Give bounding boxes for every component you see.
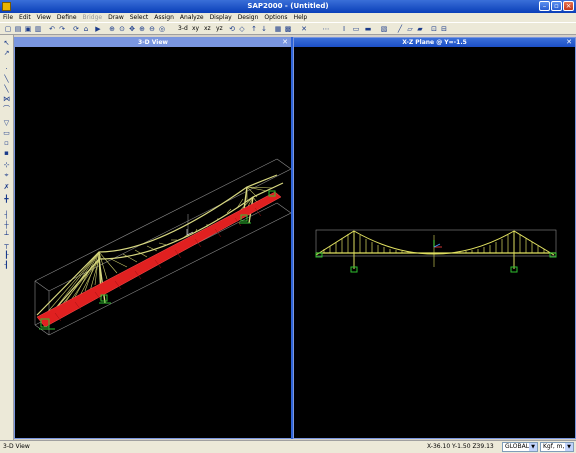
menu-draw[interactable]: Draw xyxy=(105,13,127,22)
menu-view[interactable]: View xyxy=(34,13,54,22)
menu-display[interactable]: Display xyxy=(207,13,235,22)
perspective-icon[interactable]: ◇ xyxy=(238,25,246,33)
set-display-icon[interactable]: ▩ xyxy=(284,25,292,33)
window-title: SAP2000 - (Untitled) xyxy=(247,2,329,10)
menu-options[interactable]: Options xyxy=(261,13,290,22)
chevron-down-icon: ▼ xyxy=(565,443,573,451)
zoom-restore-icon[interactable]: ⊙ xyxy=(118,25,126,33)
grid-line-icon[interactable]: ╋ xyxy=(2,195,11,203)
zoom-out-icon[interactable]: ⊖ xyxy=(148,25,156,33)
units-select[interactable]: Kgf, m, C ▼ xyxy=(540,442,574,452)
zoom-fit-icon[interactable]: ◎ xyxy=(158,25,166,33)
frame-icon[interactable]: ▭ xyxy=(352,25,360,33)
bridge-elevation-canvas[interactable] xyxy=(294,47,575,438)
move-up-icon[interactable]: ↑ xyxy=(250,25,258,33)
menu-define[interactable]: Define xyxy=(54,13,80,22)
pointer-icon[interactable]: ↖ xyxy=(2,39,11,47)
menu-file[interactable]: File xyxy=(0,13,16,22)
menu-edit[interactable]: Edit xyxy=(16,13,34,22)
intersect-icon[interactable]: ✗ xyxy=(2,183,11,191)
maximize-button[interactable]: ▫ xyxy=(551,1,562,11)
zoom-window-icon[interactable]: ⊕ xyxy=(108,25,116,33)
display-forces-icon[interactable]: ✕ xyxy=(300,25,308,33)
deck-3d xyxy=(36,191,282,328)
pane-title-3d: 3-D View xyxy=(15,38,291,47)
minimize-button[interactable]: – xyxy=(539,1,550,11)
axes-xz xyxy=(433,240,442,248)
grid-icon[interactable]: ▬ xyxy=(364,25,372,33)
pan-icon[interactable]: ✥ xyxy=(128,25,136,33)
main-cable-xz xyxy=(315,230,555,256)
snap-perp-icon[interactable]: ┴ xyxy=(2,231,11,239)
redo-icon[interactable]: ↷ xyxy=(58,25,66,33)
close-button[interactable]: × xyxy=(563,1,574,11)
view-pane-3d[interactable]: 3-D View ✕ xyxy=(14,37,292,439)
show-deformed-icon[interactable]: ⋯ xyxy=(322,25,330,33)
chevron-down-icon: ▼ xyxy=(529,443,537,451)
menu-design[interactable]: Design xyxy=(235,13,262,22)
run-analysis-icon[interactable]: ▶ xyxy=(94,25,102,33)
snap-end-icon[interactable]: ┤ xyxy=(2,211,11,219)
view-xz-button[interactable]: xz xyxy=(204,25,211,33)
menu-select[interactable]: Select xyxy=(127,13,152,22)
status-text: 3-D View xyxy=(3,443,30,450)
draw-solid-tool-icon[interactable]: ▪ xyxy=(2,149,11,157)
draw-line-icon[interactable]: ╲ xyxy=(2,75,11,83)
cursor-coordinates: X-36.10 Y-1.50 Z39.13 xyxy=(427,443,494,450)
draw-solid-icon[interactable]: ▰ xyxy=(416,25,424,33)
zoom-in-icon[interactable]: ⊕ xyxy=(138,25,146,33)
snap-icon[interactable]: ⊹ xyxy=(2,161,11,169)
menu-bridge[interactable]: Bridge xyxy=(80,13,106,22)
section-icon[interactable]: I xyxy=(340,25,348,33)
select-pointer-icon[interactable]: ⌖ xyxy=(2,171,11,179)
quick-line-icon[interactable]: ╲ xyxy=(2,85,11,93)
tools-sidebar: ↖ ↗ · ╲ ╲ ⋈ ⌒ ▽ ▭ ▫ ▪ ⊹ ⌖ ✗ ╋ ┤ ┼ ┴ ┬ ┠ … xyxy=(0,35,14,440)
open-icon[interactable]: ▤ xyxy=(14,25,22,33)
new-model-icon[interactable]: ▢ xyxy=(4,25,12,33)
deselect-icon[interactable]: ⊟ xyxy=(440,25,448,33)
print-icon[interactable]: ▥ xyxy=(34,25,42,33)
snap-grid-icon[interactable]: ┨ xyxy=(2,261,11,269)
rotate-icon[interactable]: ⟲ xyxy=(228,25,236,33)
draw-area-icon[interactable]: ▱ xyxy=(406,25,414,33)
menu-analyze[interactable]: Analyze xyxy=(177,13,207,22)
refresh-icon[interactable]: ⟳ xyxy=(72,25,80,33)
view-3d-button[interactable]: 3-d xyxy=(178,25,188,33)
draw-link-icon[interactable]: ⋈ xyxy=(2,95,11,103)
undo-icon[interactable]: ↶ xyxy=(48,25,56,33)
bridge-3d-canvas[interactable] xyxy=(15,47,291,438)
move-down-icon[interactable]: ↓ xyxy=(260,25,268,33)
view-pane-xz[interactable]: X-Z Plane @ Y=-1.5 ✕ xyxy=(293,37,576,439)
draw-rect-icon[interactable]: ▭ xyxy=(2,129,11,137)
select-all-icon[interactable]: ⊡ xyxy=(430,25,438,33)
draw-point-icon[interactable]: · xyxy=(2,65,11,73)
view-xy-button[interactable]: xy xyxy=(192,25,199,33)
design-icon[interactable]: ▧ xyxy=(380,25,388,33)
snap-point-icon[interactable]: ┠ xyxy=(2,251,11,259)
quick-area-icon[interactable]: ▫ xyxy=(2,139,11,147)
save-icon[interactable]: ▣ xyxy=(24,25,32,33)
lock-icon[interactable]: ⌂ xyxy=(82,25,90,33)
snap-mid-icon[interactable]: ┼ xyxy=(2,221,11,229)
menu-help[interactable]: Help xyxy=(291,13,311,22)
snap-line-icon[interactable]: ┬ xyxy=(2,241,11,249)
draw-poly-icon[interactable]: ▽ xyxy=(2,119,11,127)
main-toolbar: ▢ ▤ ▣ ▥ ↶ ↷ ⟳ ⌂ ▶ ⊕ ⊙ ✥ ⊕ ⊖ ◎ 3-d xy xz … xyxy=(0,22,576,35)
coord-system-select[interactable]: GLOBAL ▼ xyxy=(502,442,538,452)
show-undeformed-icon[interactable]: ▦ xyxy=(274,25,282,33)
coord-system-value: GLOBAL xyxy=(505,443,530,450)
menu-assign[interactable]: Assign xyxy=(151,13,177,22)
reshape-icon[interactable]: ↗ xyxy=(2,49,11,57)
close-pane-3d-icon[interactable]: ✕ xyxy=(281,38,289,46)
draw-cable-icon[interactable]: ⌒ xyxy=(2,105,11,113)
pane-title-xz: X-Z Plane @ Y=-1.5 xyxy=(294,38,575,47)
status-bar: 3-D View X-36.10 Y-1.50 Z39.13 GLOBAL ▼ … xyxy=(0,440,576,453)
draw-frame-icon[interactable]: ╱ xyxy=(396,25,404,33)
menu-bar: File Edit View Define Bridge Draw Select… xyxy=(0,13,576,22)
view-yz-button[interactable]: yz xyxy=(216,25,223,33)
title-bar: SAP2000 - (Untitled) – ▫ × xyxy=(0,0,576,13)
close-pane-xz-icon[interactable]: ✕ xyxy=(565,38,573,46)
